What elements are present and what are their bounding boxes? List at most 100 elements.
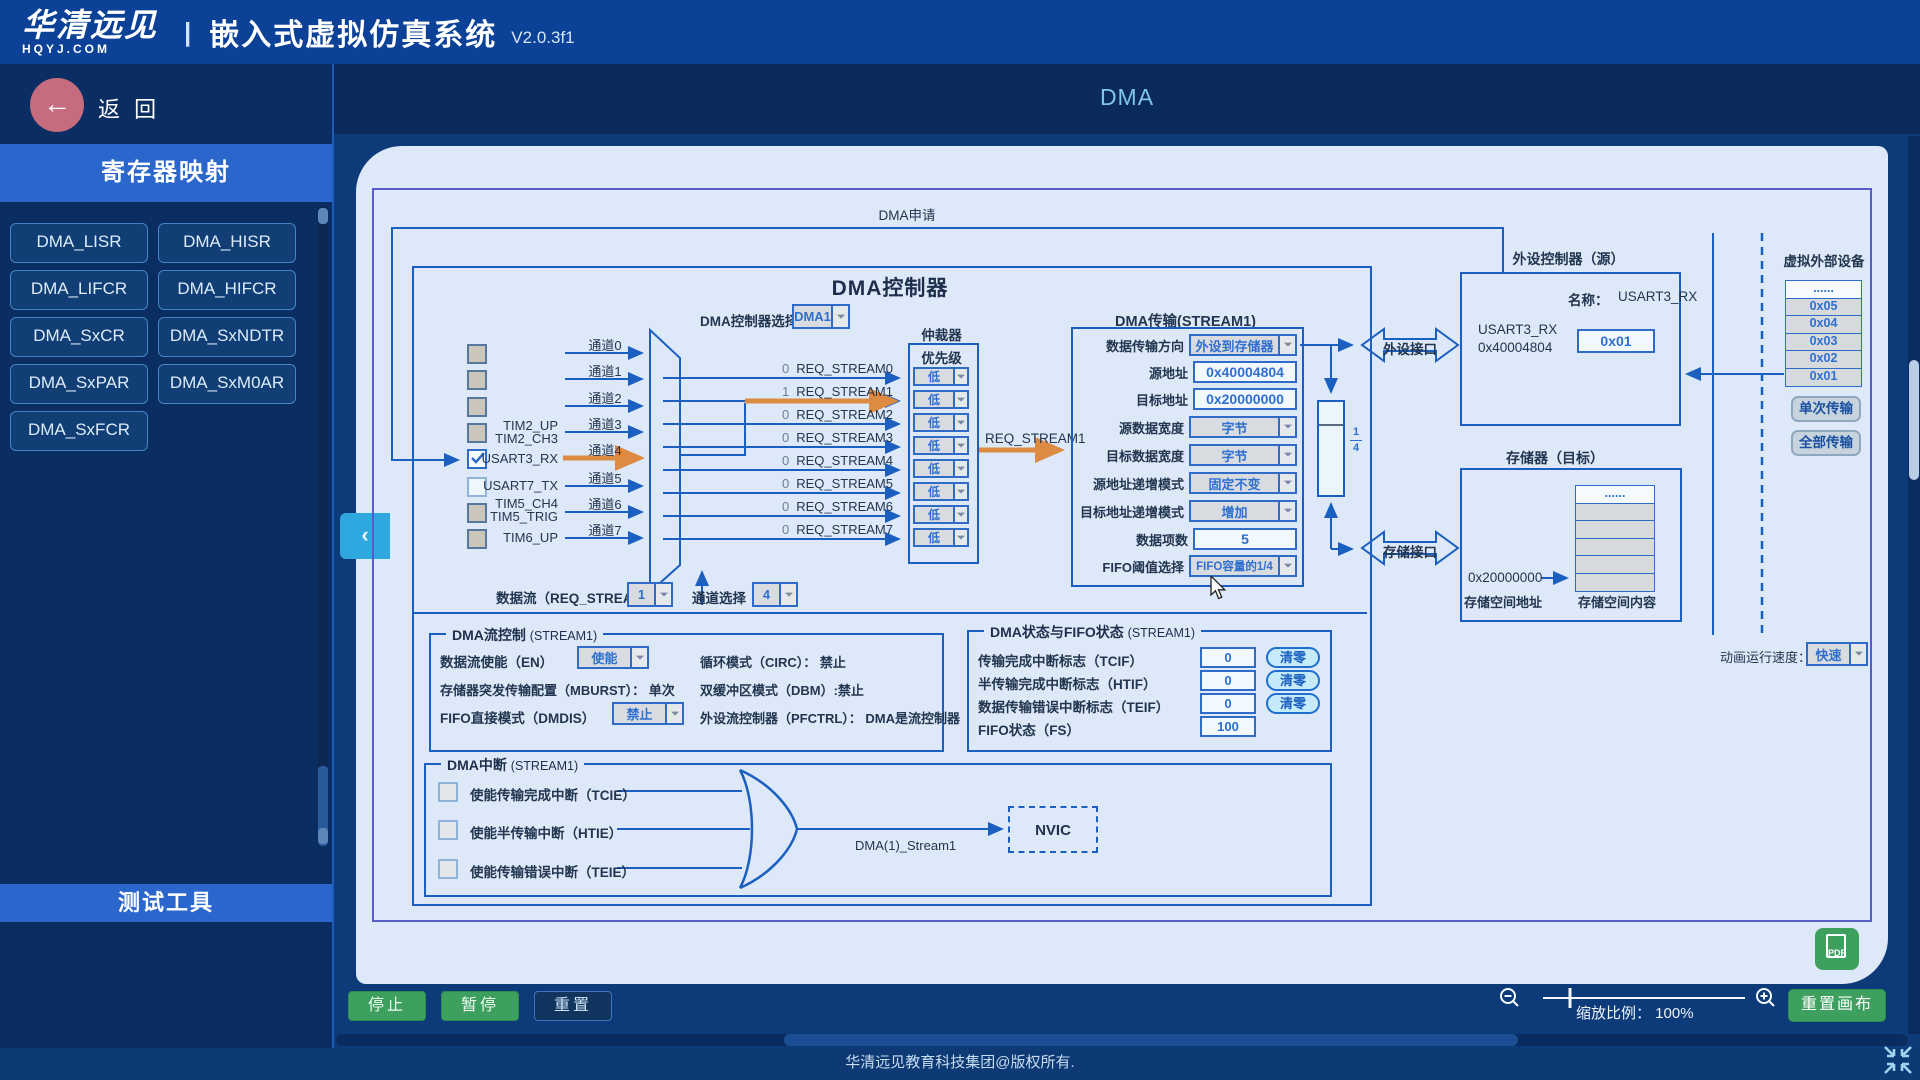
priority-dropdown-1[interactable]: 低 [913,390,969,409]
device-cell: 0x05 [1785,298,1862,317]
chevron-down-icon [1278,418,1295,436]
memory-content-label: 存储空间内容 [1578,592,1656,611]
priority-dropdown-4[interactable]: 低 [913,459,969,478]
single-transfer-button[interactable]: 单次传输 [1791,396,1861,422]
memory-stack: ...... [1575,485,1655,592]
stop-button[interactable]: 停止 [348,991,426,1021]
priority-dropdown-6[interactable]: 低 [913,505,969,524]
arbiter-header: 优先级 [908,347,975,367]
sidebar-scrollbar[interactable] [318,206,328,846]
teie-checkbox[interactable] [438,859,458,879]
teif-clear-button[interactable]: 清零 [1266,693,1320,714]
source-width-dropdown[interactable]: 字节 [1189,416,1297,438]
channel1-checkbox[interactable] [467,370,487,390]
sidebar-scrollbar-up[interactable] [318,208,328,224]
memory-cell: ...... [1575,485,1655,504]
dma-controller-title: DMA控制器 [412,272,1368,302]
tcie-checkbox[interactable] [438,782,458,802]
en-dropdown[interactable]: 使能 [577,646,649,669]
chevron-down-icon [831,306,848,327]
register-button-dma-lisr[interactable]: DMA_LISR [10,223,148,263]
transfer-row-direction: 数据传输方向 外设到存储器 [1076,333,1297,357]
channel7-request-label: TIM6_UP [470,530,558,545]
chevron-down-icon [953,438,967,453]
sidebar-section-register-map[interactable]: 寄存器映射 [0,144,332,202]
register-button-dma-hisr[interactable]: DMA_HISR [158,223,296,263]
register-button-dma-sxm0ar[interactable]: DMA_SxM0AR [158,364,296,404]
reset-button[interactable]: 重置 [534,991,612,1021]
fifo-fraction-label: 1 4 [1349,427,1363,454]
dest-width-dropdown[interactable]: 字节 [1189,444,1297,466]
data-count-field[interactable]: 5 [1193,528,1297,550]
priority-dropdown-0[interactable]: 低 [913,367,969,386]
register-button-dma-sxfcr[interactable]: DMA_SxFCR [10,411,148,451]
channel-select-dropdown[interactable]: 4 [752,582,798,607]
channel2-checkbox[interactable] [467,397,487,417]
peripheral-box-title: 外设控制器（源） [1460,249,1677,269]
chevron-left-icon: ‹ [361,522,368,547]
controller-select-dropdown[interactable]: DMA1 [792,304,850,329]
stream-select-dropdown[interactable]: 1 [627,582,673,607]
htif-clear-button[interactable]: 清零 [1266,670,1320,691]
channel0-checkbox[interactable] [467,344,487,364]
anim-speed-dropdown[interactable]: 快速 [1806,642,1868,666]
htif-value: 0 [1200,670,1256,691]
dma-request-label: DMA申请 [862,204,952,224]
back-arrow-icon: ← [43,88,71,119]
register-button-dma-hifcr[interactable]: DMA_HIFCR [158,270,296,310]
collapse-corners-icon[interactable] [1882,1044,1914,1076]
flow-control-title: DMA流控制 (STREAM1) [446,625,603,645]
pause-button[interactable]: 暂停 [441,991,519,1021]
register-button-dma-lifcr[interactable]: DMA_LIFCR [10,270,148,310]
source-address-field[interactable]: 0x40004804 [1193,361,1297,383]
peripheral-data-field[interactable]: 0x01 [1577,329,1655,353]
transfer-row-dest-addr: 目标地址 0x20000000 [1076,387,1297,411]
stream-label-6: 0REQ_STREAM6 [663,499,893,514]
register-button-dma-sxndtr[interactable]: DMA_SxNDTR [158,317,296,357]
reset-canvas-button[interactable]: 重置画布 [1788,989,1886,1022]
source-inc-mode-dropdown[interactable]: 固定不变 [1189,472,1297,494]
chevron-down-icon [1278,336,1295,354]
pdf-export-button[interactable]: PDF [1815,928,1859,970]
channel-name-5: 通道5 [574,468,636,487]
back-button[interactable]: ← [30,78,84,132]
chevron-down-icon [1278,557,1295,575]
dbm-label: 双缓冲区模式（DBM）:禁止 [700,680,864,699]
tcif-value: 0 [1200,647,1256,668]
vertical-scrollbar[interactable] [1908,136,1920,1034]
htie-checkbox[interactable] [438,820,458,840]
memory-cell [1575,520,1655,539]
chevron-down-icon [654,584,671,605]
memory-interface-label: 存储接口 [1362,541,1458,561]
fifo-threshold-dropdown[interactable]: FIFO容量的1/4 [1189,555,1297,577]
footer: 华清远见教育科技集团@版权所有. [0,1048,1920,1080]
status-panel-title: DMA状态与FIFO状态 (STREAM1) [984,622,1201,642]
circ-label: 循环模式（CIRC）： 禁止 [700,652,846,671]
sidebar-section-test-tools[interactable]: 测试工具 [0,884,332,922]
tcif-clear-button[interactable]: 清零 [1266,647,1320,668]
register-button-dma-sxpar[interactable]: DMA_SxPAR [10,364,148,404]
transfer-row-source-width: 源数据宽度 字节 [1076,415,1297,439]
stream-label-1: 1REQ_STREAM1 [663,384,893,399]
mouse-cursor [1210,576,1232,602]
transfer-direction-dropdown[interactable]: 外设到存储器 [1189,334,1297,356]
vertical-scrollbar-thumb[interactable] [1909,360,1919,480]
priority-dropdown-5[interactable]: 低 [913,482,969,501]
dest-address-field[interactable]: 0x20000000 [1193,388,1297,410]
en-label: 数据流使能（EN） [440,651,553,671]
chevron-down-icon [953,369,967,384]
teif-value: 0 [1200,693,1256,714]
back-row: ← 返 回 [0,76,332,138]
horizontal-scrollbar[interactable] [336,1034,1908,1046]
priority-dropdown-3[interactable]: 低 [913,436,969,455]
dest-inc-mode-dropdown[interactable]: 增加 [1189,500,1297,522]
dmdis-dropdown[interactable]: 禁止 [612,702,684,725]
chevron-down-icon [1278,474,1295,492]
horizontal-scrollbar-thumb[interactable] [784,1034,1518,1046]
device-cell: 0x01 [1785,368,1862,387]
priority-dropdown-7[interactable]: 低 [913,528,969,547]
priority-dropdown-2[interactable]: 低 [913,413,969,432]
register-button-dma-sxcr[interactable]: DMA_SxCR [10,317,148,357]
transfer-all-button[interactable]: 全部传输 [1791,430,1861,456]
sidebar-scrollbar-down[interactable] [318,828,328,844]
